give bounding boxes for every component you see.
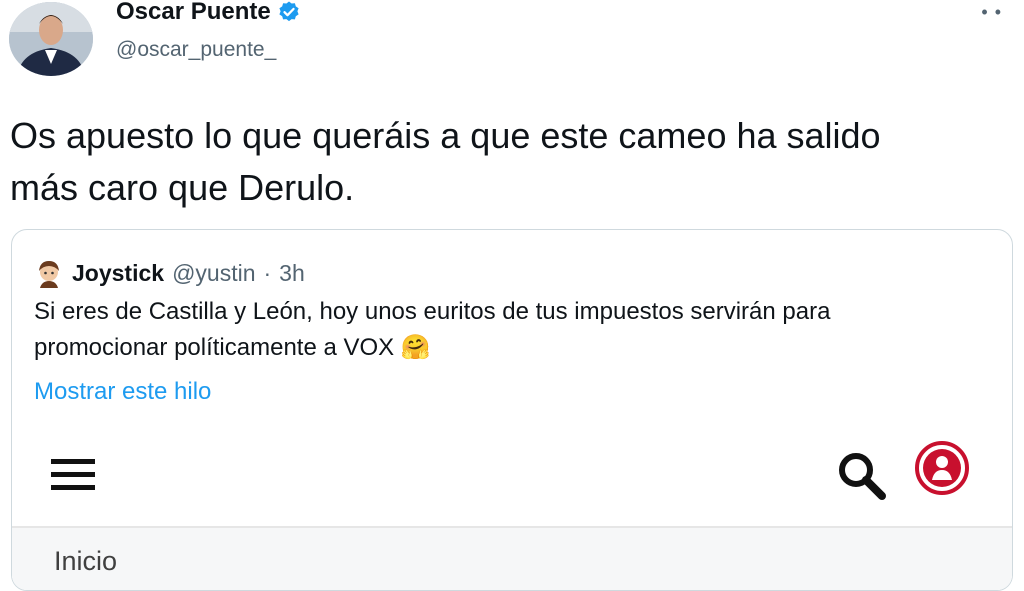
author-avatar[interactable] [9, 2, 93, 76]
embedded-screenshot: Inicio [12, 418, 1012, 590]
search-icon[interactable] [836, 450, 888, 502]
author-handle[interactable]: @oscar_puente_ [116, 38, 276, 62]
author-name-row[interactable]: Oscar Puente [116, 0, 301, 26]
quoted-tweet-text: Si eres de Castilla y León, hoy unos eur… [34, 294, 994, 366]
quoted-timestamp[interactable]: 3h [279, 260, 305, 287]
nav-inicio[interactable]: Inicio [54, 546, 117, 577]
separator: · [263, 259, 272, 286]
show-thread-link[interactable]: Mostrar este hilo [34, 378, 211, 406]
tweet-text-line: más caro que Derulo. [10, 167, 355, 208]
embedded-nav-bar: Inicio [12, 528, 1012, 590]
quoted-text-segment: promocionar políticamente a VOX [34, 334, 395, 361]
author-name[interactable]: Oscar Puente [116, 0, 271, 26]
quoted-text-line: Si eres de Castilla y León, hoy unos eur… [34, 298, 831, 325]
user-icon[interactable] [914, 440, 970, 496]
tweet-text-line: Os apuesto lo que queráis a que este cam… [10, 115, 881, 156]
quoted-author-name[interactable]: Joystick [72, 260, 164, 287]
tweet-text: Os apuesto lo que queráis a que este cam… [10, 110, 1010, 214]
more-icon[interactable]: • • [981, 2, 1002, 23]
verified-badge-icon [279, 1, 299, 22]
quoted-tweet-header: Joystick @yustin · 3h [34, 258, 305, 288]
quoted-tweet-card[interactable]: Joystick @yustin · 3h Si eres de Castill… [11, 229, 1013, 591]
quoted-author-avatar[interactable] [34, 258, 64, 288]
menu-icon[interactable] [49, 455, 99, 495]
quoted-author-handle[interactable]: @yustin [172, 260, 255, 287]
hugging-face-emoji: 🤗 [400, 334, 431, 361]
quoted-text-line: promocionar políticamente a VOX 🤗 [34, 330, 994, 366]
